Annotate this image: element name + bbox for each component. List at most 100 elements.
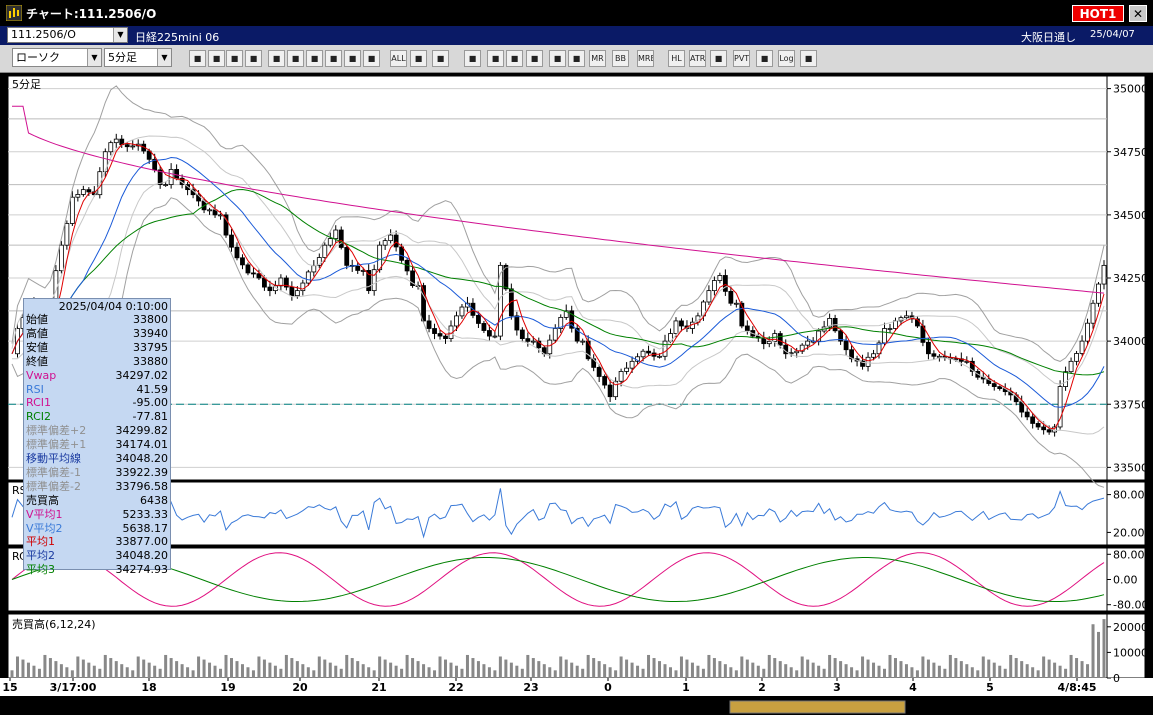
time-tick-label: 20 — [292, 681, 308, 694]
price-tick-label: 33750 — [1113, 398, 1148, 411]
pair-button[interactable]: ■ — [710, 50, 727, 67]
candle-body — [805, 340, 811, 346]
volume-bar — [191, 670, 195, 678]
zoom-in-button[interactable]: ■ — [344, 50, 361, 67]
panel-row-label: 高値 — [26, 326, 48, 340]
volume-bar — [59, 664, 63, 678]
chart-area[interactable]: 3500034750345003425034000337503350015 3/1… — [0, 72, 1153, 715]
log-button[interactable]: Log — [778, 50, 795, 67]
panel-row-value: 34299.82 — [115, 424, 169, 438]
hot1-button[interactable]: HOT1 — [1072, 5, 1124, 22]
hl-button[interactable]: HL — [668, 50, 685, 67]
candle-body — [607, 384, 613, 398]
table-button[interactable]: ■ — [526, 50, 543, 67]
compare-button[interactable]: ■ — [549, 50, 566, 67]
time-tick-label: 0 — [604, 681, 612, 694]
box-button[interactable]: ■ — [756, 50, 773, 67]
volume-bar — [553, 670, 557, 678]
candle-body — [1035, 423, 1041, 428]
volume-bar — [334, 665, 338, 678]
zoom-button[interactable]: ■ — [189, 50, 206, 67]
search-button[interactable]: ■ — [506, 50, 523, 67]
pointer-button[interactable]: ■ — [245, 50, 262, 67]
volume-bar — [976, 670, 980, 678]
pvt-button[interactable]: PVT — [733, 50, 750, 67]
volume-bar — [636, 665, 640, 678]
volume-bar — [926, 659, 930, 678]
volume-bar — [1064, 668, 1068, 678]
draw-line-button[interactable]: ■ — [226, 50, 243, 67]
chevron-down-icon[interactable]: ▼ — [157, 49, 171, 66]
zoom-out-icon: ■ — [367, 54, 376, 63]
volume-bar — [400, 668, 404, 678]
volume-bar — [806, 659, 810, 678]
volume-bar — [103, 654, 107, 678]
volume-bar — [416, 661, 420, 678]
volume-bar — [531, 658, 535, 678]
all-button[interactable]: ALL — [390, 50, 407, 67]
volume-bar — [828, 654, 832, 678]
redo-icon: ■ — [291, 54, 300, 63]
candle-body — [64, 223, 70, 246]
close-icon[interactable]: ✕ — [1129, 5, 1147, 22]
volume-bar — [306, 667, 310, 678]
print-button[interactable]: ■ — [487, 50, 504, 67]
table-icon: ■ — [530, 54, 539, 63]
memo-button[interactable]: ■ — [306, 50, 323, 67]
chevron-down-icon[interactable]: ▼ — [87, 49, 101, 66]
panel-row-value: 34274.93 — [115, 563, 169, 577]
interval-select[interactable]: 5分足 ▼ — [104, 48, 172, 67]
tools-button[interactable]: ■ — [432, 50, 449, 67]
panel-row-value: 33922.39 — [115, 465, 169, 479]
crosshair-button[interactable]: ■ — [208, 50, 225, 67]
delete-button[interactable]: ■ — [325, 50, 342, 67]
scrollbar-thumb[interactable] — [729, 700, 906, 714]
volume-bar — [948, 654, 952, 678]
mre-button[interactable]: MRE — [637, 50, 654, 67]
redo-button[interactable]: ■ — [287, 50, 304, 67]
panel-row: RCI2 -77.81 — [26, 410, 168, 423]
volume-bar — [888, 654, 892, 678]
candle-body — [426, 320, 432, 329]
panel-row-value: 6438 — [140, 493, 168, 507]
panel-row-label: 平均1 — [26, 535, 55, 549]
zoom-out-button[interactable]: ■ — [363, 50, 380, 67]
settings-button[interactable]: ■ — [410, 50, 427, 67]
candle-body — [360, 270, 366, 272]
panel-row-value: 33877.00 — [115, 535, 169, 549]
volume-bar — [98, 668, 102, 678]
candle-body — [459, 306, 465, 317]
mr-button[interactable]: MR — [589, 50, 606, 67]
volume-bar — [542, 664, 546, 678]
exit-button[interactable]: ■ — [800, 50, 817, 67]
panel-row-label: 売買高 — [26, 493, 59, 507]
volume-bar — [87, 662, 91, 678]
color-button[interactable]: ■ — [464, 50, 481, 67]
candle-body — [393, 234, 399, 248]
rsi-pane-bg — [7, 481, 1146, 546]
volume-bar — [449, 662, 453, 678]
panel-row-label: RCI2 — [26, 410, 52, 424]
volume-bar — [26, 662, 30, 678]
candle-body — [624, 367, 629, 372]
atr-button[interactable]: ATR — [689, 50, 706, 67]
candle-body — [871, 353, 876, 358]
candle-body — [240, 257, 245, 266]
volume-bar — [603, 664, 607, 678]
volume-bar — [339, 668, 343, 678]
chart-type-select[interactable]: ローソク ▼ — [12, 48, 102, 67]
bb-button[interactable]: BB — [612, 50, 629, 67]
volume-bar — [246, 667, 250, 678]
print-icon: ■ — [491, 54, 500, 63]
volume-bar — [520, 668, 524, 678]
volume-bar — [175, 661, 179, 678]
cursor-button[interactable]: ■ — [268, 50, 285, 67]
volume-bar — [652, 658, 656, 678]
volume-bar — [120, 664, 124, 678]
candle-body — [580, 340, 586, 343]
volume-bar — [1003, 668, 1007, 678]
chevron-down-icon[interactable]: ▼ — [113, 28, 127, 42]
symbol-select[interactable]: 111.2506/O ▼ — [7, 27, 128, 43]
info-button[interactable]: ■ — [568, 50, 585, 67]
volume-bar — [422, 664, 426, 678]
